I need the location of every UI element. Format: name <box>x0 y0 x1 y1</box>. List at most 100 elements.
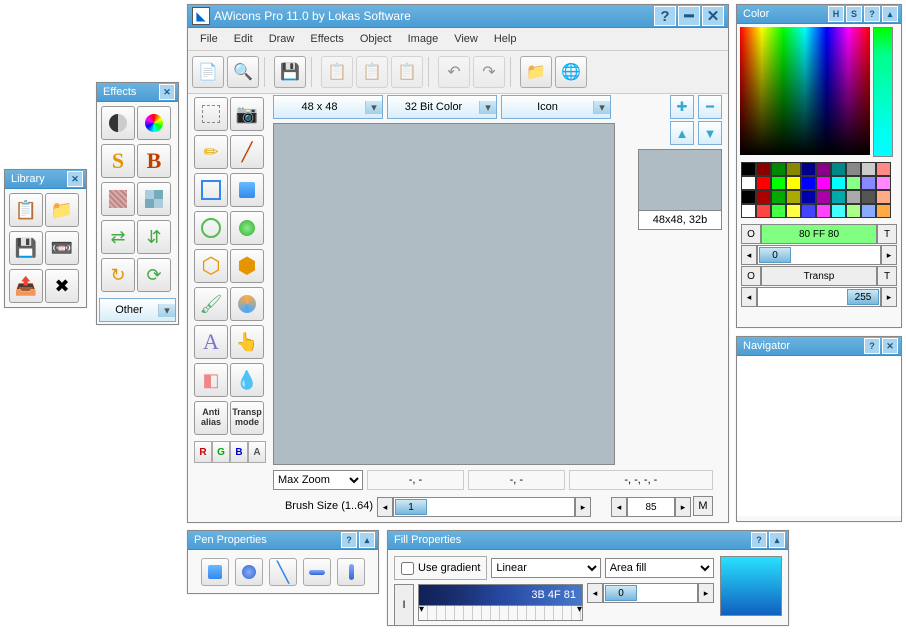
fx-rotate-icon[interactable]: ↻ <box>101 258 135 292</box>
nav-value[interactable]: 85 <box>627 497 675 517</box>
lib-new-icon[interactable]: 📋 <box>9 193 43 227</box>
gradient-type-combo[interactable]: Linear <box>491 558 600 578</box>
brush-tool[interactable]: ╱ <box>230 135 264 169</box>
close-button[interactable]: ✕ <box>702 6 724 26</box>
close-icon[interactable]: ✕ <box>67 171 83 187</box>
color-palette[interactable] <box>741 162 897 218</box>
nav-right[interactable]: ▸ <box>675 497 691 517</box>
brush-left[interactable]: ◂ <box>377 497 393 517</box>
fx-swap-icon[interactable]: ⇄ <box>101 220 135 254</box>
menu-help[interactable]: Help <box>486 30 525 48</box>
web-icon[interactable]: 🌐 <box>555 56 587 88</box>
save-icon[interactable]: 💾 <box>274 56 306 88</box>
canvas[interactable] <box>273 123 615 465</box>
fx-grayscale-icon[interactable] <box>101 106 135 140</box>
brush-slider[interactable]: 1 <box>393 497 575 517</box>
color-spectrum[interactable] <box>740 27 870 155</box>
fx-reload-icon[interactable]: ⟳ <box>137 258 171 292</box>
transp-right[interactable]: ▸ <box>881 287 897 307</box>
pencil-tool[interactable]: ✏ <box>194 135 228 169</box>
hex-left[interactable]: ◂ <box>741 245 757 265</box>
fillcircle-tool[interactable] <box>230 211 264 245</box>
menu-effects[interactable]: Effects <box>302 30 351 48</box>
remove-format-button[interactable]: ━ <box>698 95 722 119</box>
pen-square[interactable] <box>201 558 229 586</box>
help-button[interactable]: ? <box>654 6 676 26</box>
search-icon[interactable]: 🔍 <box>227 56 259 88</box>
help-icon[interactable]: ? <box>341 532 357 548</box>
lib-saveas-icon[interactable]: 📼 <box>45 231 79 265</box>
rect-tool[interactable] <box>194 173 228 207</box>
fill-slider[interactable]: 0 <box>603 583 698 603</box>
close-icon[interactable]: ✕ <box>882 338 898 354</box>
depth-dropdown[interactable]: 32 Bit Color▾ <box>387 95 497 119</box>
circle-tool[interactable] <box>194 211 228 245</box>
menu-image[interactable]: Image <box>400 30 447 48</box>
menu-file[interactable]: File <box>192 30 226 48</box>
transp-left[interactable]: ◂ <box>741 287 757 307</box>
lib-open-icon[interactable]: 📁 <box>45 193 79 227</box>
collapse-icon[interactable]: ▴ <box>769 532 785 548</box>
move-down-button[interactable]: ▼ <box>698 121 722 145</box>
navigator-view[interactable] <box>737 356 901 516</box>
channel-a[interactable]: A <box>248 441 266 463</box>
channel-g[interactable]: G <box>212 441 230 463</box>
new-icon[interactable]: 📄 <box>192 56 224 88</box>
fx-texture2-icon[interactable] <box>137 182 171 216</box>
fx-hue-icon[interactable] <box>137 106 171 140</box>
gradient-tool[interactable] <box>230 287 264 321</box>
undo-icon[interactable]: ↶ <box>438 56 470 88</box>
fillrect-tool[interactable] <box>230 173 264 207</box>
pen-circle[interactable] <box>235 558 263 586</box>
size-dropdown[interactable]: 48 x 48▾ <box>273 95 383 119</box>
channel-r[interactable]: R <box>194 441 212 463</box>
help-icon[interactable]: ? <box>864 338 880 354</box>
zoom-combo[interactable]: Max Zoom <box>273 470 363 490</box>
move-up-button[interactable]: ▲ <box>670 121 694 145</box>
refresh-icon[interactable]: 📁 <box>520 56 552 88</box>
gradient-bar[interactable]: 3B 4F 81 <box>418 584 583 606</box>
color-hex[interactable]: 80 FF 80 <box>761 224 877 244</box>
redo-icon[interactable]: ↷ <box>473 56 505 88</box>
hex-tool[interactable]: ⬡ <box>194 249 228 283</box>
paste-icon[interactable]: 📋 <box>356 56 388 88</box>
fx-arrows-icon[interactable]: ⇵ <box>137 220 171 254</box>
minimize-button[interactable]: ━ <box>678 6 700 26</box>
menu-draw[interactable]: Draw <box>261 30 303 48</box>
hex-right[interactable]: ▸ <box>881 245 897 265</box>
transp-mode-button[interactable]: Transp mode <box>230 401 264 435</box>
brush-right[interactable]: ▸ <box>575 497 591 517</box>
fill-right[interactable]: ▸ <box>698 583 714 603</box>
add-format-button[interactable]: ✚ <box>670 95 694 119</box>
lib-delete-icon[interactable]: ✖ <box>45 269 79 303</box>
gradient-stops[interactable]: ▾ ▾ <box>418 606 583 621</box>
effects-combo[interactable]: Other▾ <box>99 298 176 322</box>
antialias-button[interactable]: Anti alias <box>194 401 228 435</box>
fx-shadow-icon[interactable]: S <box>101 144 135 178</box>
fx-bevel-icon[interactable]: B <box>137 144 171 178</box>
lib-export-icon[interactable]: 📤 <box>9 269 43 303</box>
camera-tool[interactable]: 📷 <box>230 97 264 131</box>
select-tool[interactable] <box>194 97 228 131</box>
text-tool[interactable]: A <box>194 325 228 359</box>
thumbnail[interactable] <box>638 149 722 211</box>
paste2-icon[interactable]: 📋 <box>391 56 423 88</box>
collapse-icon[interactable]: ▴ <box>882 6 898 22</box>
menu-view[interactable]: View <box>446 30 486 48</box>
hex-slider[interactable]: 0 <box>757 245 881 265</box>
menu-edit[interactable]: Edit <box>226 30 261 48</box>
copy-icon[interactable]: 📋 <box>321 56 353 88</box>
area-fill-combo[interactable]: Area fill <box>605 558 714 578</box>
nav-m-button[interactable]: M <box>693 496 713 516</box>
help-icon[interactable]: ? <box>751 532 767 548</box>
menu-object[interactable]: Object <box>352 30 400 48</box>
h-button[interactable]: H <box>828 6 844 22</box>
eyedropper-tool[interactable]: 💧 <box>230 363 264 397</box>
fill-left[interactable]: ◂ <box>587 583 603 603</box>
help-icon[interactable]: ? <box>864 6 880 22</box>
close-icon[interactable]: ✕ <box>159 84 175 100</box>
smudge-tool[interactable]: 👆 <box>230 325 264 359</box>
pen-vert[interactable] <box>337 558 365 586</box>
transp-slider[interactable]: 255 <box>757 287 881 307</box>
pen-diag[interactable]: ╲ <box>269 558 297 586</box>
